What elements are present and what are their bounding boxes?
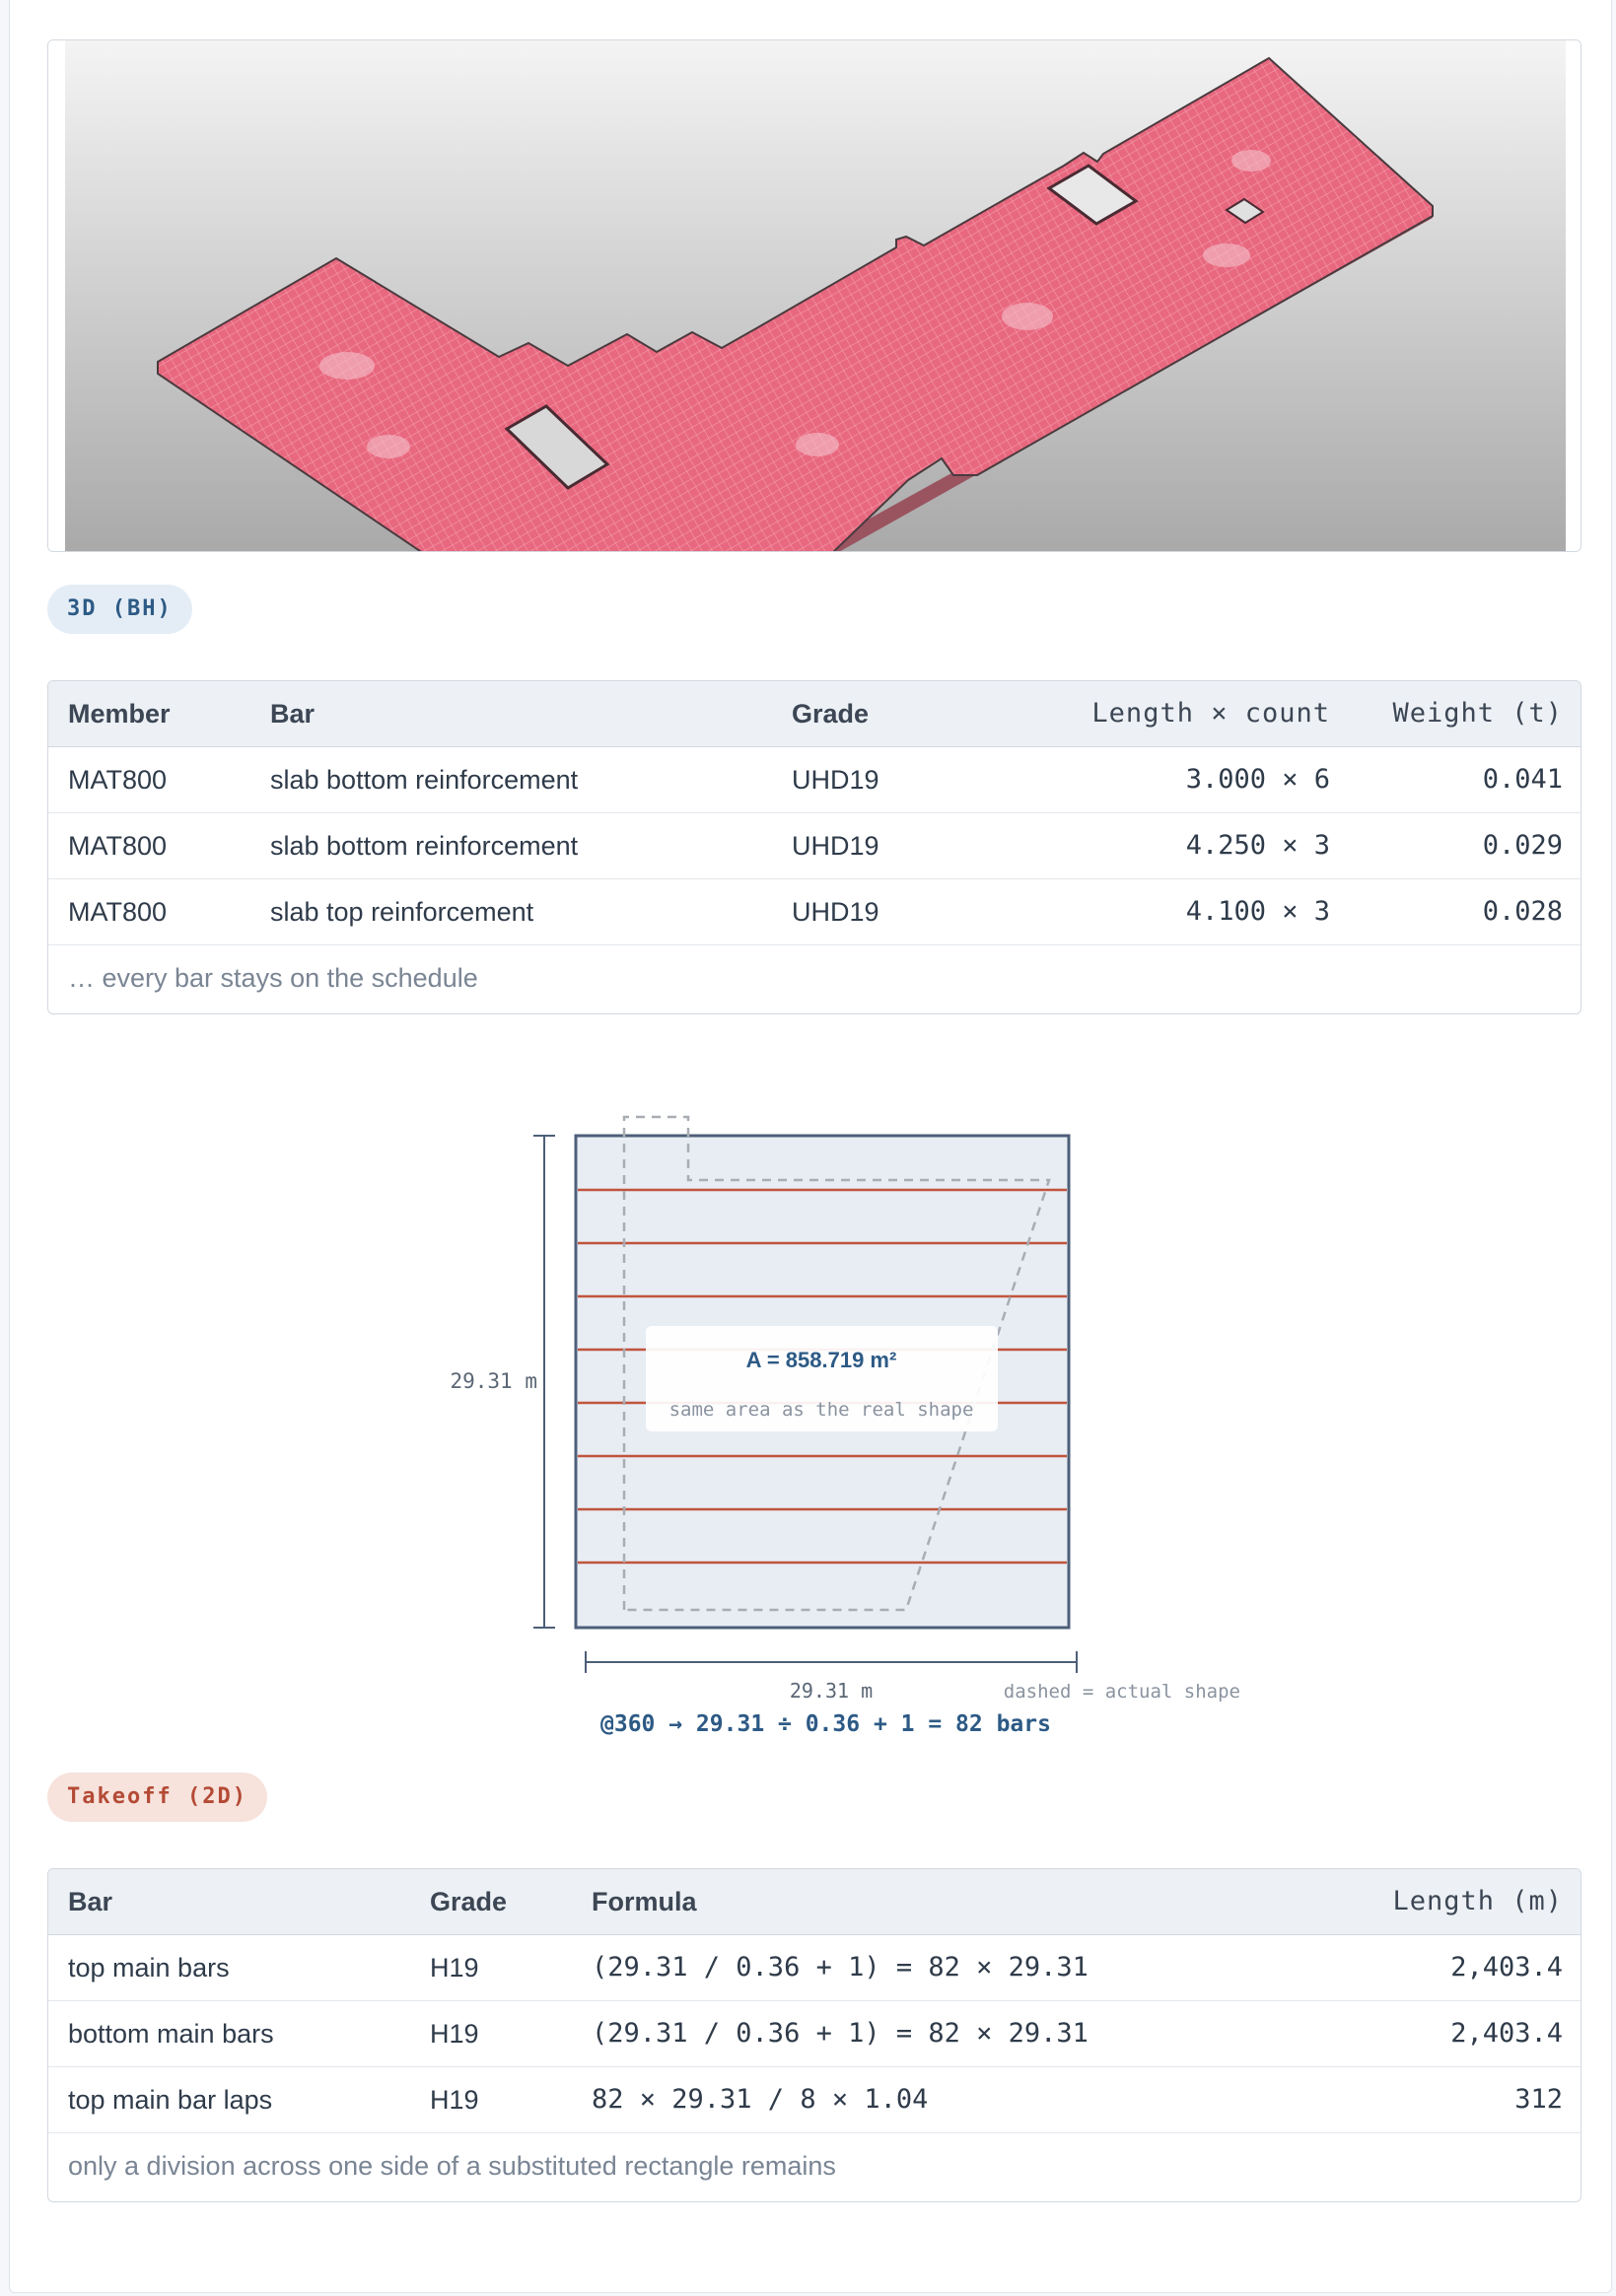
width-label: 29.31 m: [790, 1679, 873, 1703]
formula-cell: 82 × 29.31 / 8 × 1.04: [592, 2084, 929, 2115]
legend-label: dashed = actual shape: [1004, 1681, 1240, 1703]
schedule-note: … every bar stays on the schedule: [68, 963, 478, 993]
weight-cell: 0.028: [1482, 896, 1563, 927]
bar-cell: bottom main bars: [68, 2019, 274, 2049]
table-row: MAT800 slab bottom reinforcement UHD19 4…: [48, 813, 1581, 879]
grade-cell: H19: [430, 2019, 479, 2049]
grade-cell: UHD19: [792, 831, 879, 861]
area-label: A = 858.719 m²: [746, 1348, 897, 1372]
slab-3d-render: [48, 40, 1581, 551]
col-bar: Bar: [270, 699, 316, 729]
bar-cell: slab top reinforcement: [270, 897, 534, 927]
member-cell: MAT800: [68, 897, 168, 927]
weight-cell: 0.029: [1482, 830, 1563, 861]
formula-cell: (29.31 / 0.36 + 1) = 82 × 29.31: [592, 2018, 1089, 2049]
length-count-cell: 4.100 × 3: [1185, 896, 1330, 927]
bar-cell: slab bottom reinforcement: [270, 831, 579, 861]
length-count-cell: 4.250 × 3: [1185, 830, 1330, 861]
table-row: bottom main bars H19 (29.31 / 0.36 + 1) …: [48, 2001, 1581, 2067]
col-weight: Weight (t): [1392, 698, 1563, 729]
bar-cell: top main bars: [68, 1953, 230, 1983]
3d-view-badge: 3D (BH): [47, 585, 192, 634]
table-row: MAT800 slab bottom reinforcement UHD19 3…: [48, 747, 1581, 813]
3d-model-viewer[interactable]: [47, 39, 1581, 552]
bar-cell: slab bottom reinforcement: [270, 765, 579, 795]
col-formula: Formula: [592, 1887, 697, 1916]
equivalent-rectangle-diagram: 29.31 m A = 858.719 m² same area as the …: [450, 1115, 1240, 1737]
length-cell: 2,403.4: [1450, 1952, 1563, 1983]
takeoff-note: only a division across one side of a sub…: [68, 2151, 836, 2181]
grade-cell: H19: [430, 1953, 479, 1983]
grade-cell: H19: [430, 2085, 479, 2115]
takeoff-table: Bar Grade Formula Length (m) top main ba…: [47, 1868, 1581, 2202]
col-bar: Bar: [68, 1887, 113, 1916]
length-cell: 2,403.4: [1450, 2018, 1563, 2049]
col-length-count: Length × count: [1091, 698, 1330, 729]
weight-cell: 0.041: [1482, 764, 1563, 795]
table-header-row: Member Bar Grade Length × count Weight (…: [48, 681, 1581, 747]
height-label: 29.31 m: [450, 1369, 537, 1393]
page: 3D (BH) Member Bar Grade Length × count …: [9, 0, 1612, 2293]
col-length: Length (m): [1392, 1886, 1563, 1916]
table-row: MAT800 slab top reinforcement UHD19 4.10…: [48, 879, 1581, 945]
table-header-row: Bar Grade Formula Length (m): [48, 1869, 1581, 1935]
col-grade: Grade: [430, 1887, 508, 1916]
takeoff-badge: Takeoff (2D): [47, 1773, 267, 1822]
table-note-row: only a division across one side of a sub…: [48, 2133, 1581, 2199]
col-member: Member: [68, 699, 171, 729]
grade-cell: UHD19: [792, 897, 879, 927]
length-cell: 312: [1514, 2084, 1563, 2115]
table-note-row: … every bar stays on the schedule: [48, 945, 1581, 1011]
length-count-cell: 3.000 × 6: [1185, 764, 1330, 795]
bar-count-formula: @360 → 29.31 ÷ 0.36 + 1 = 82 bars: [600, 1711, 1051, 1737]
table-row: top main bars H19 (29.31 / 0.36 + 1) = 8…: [48, 1935, 1581, 2001]
area-sublabel: same area as the real shape: [669, 1399, 974, 1421]
member-cell: MAT800: [68, 765, 168, 795]
rebar-schedule-table: Member Bar Grade Length × count Weight (…: [47, 680, 1581, 1014]
grade-cell: UHD19: [792, 765, 879, 795]
member-cell: MAT800: [68, 831, 168, 861]
bar-cell: top main bar laps: [68, 2085, 273, 2115]
formula-cell: (29.31 / 0.36 + 1) = 82 × 29.31: [592, 1952, 1089, 1983]
table-row: top main bar laps H19 82 × 29.31 / 8 × 1…: [48, 2067, 1581, 2133]
col-grade: Grade: [792, 699, 870, 729]
